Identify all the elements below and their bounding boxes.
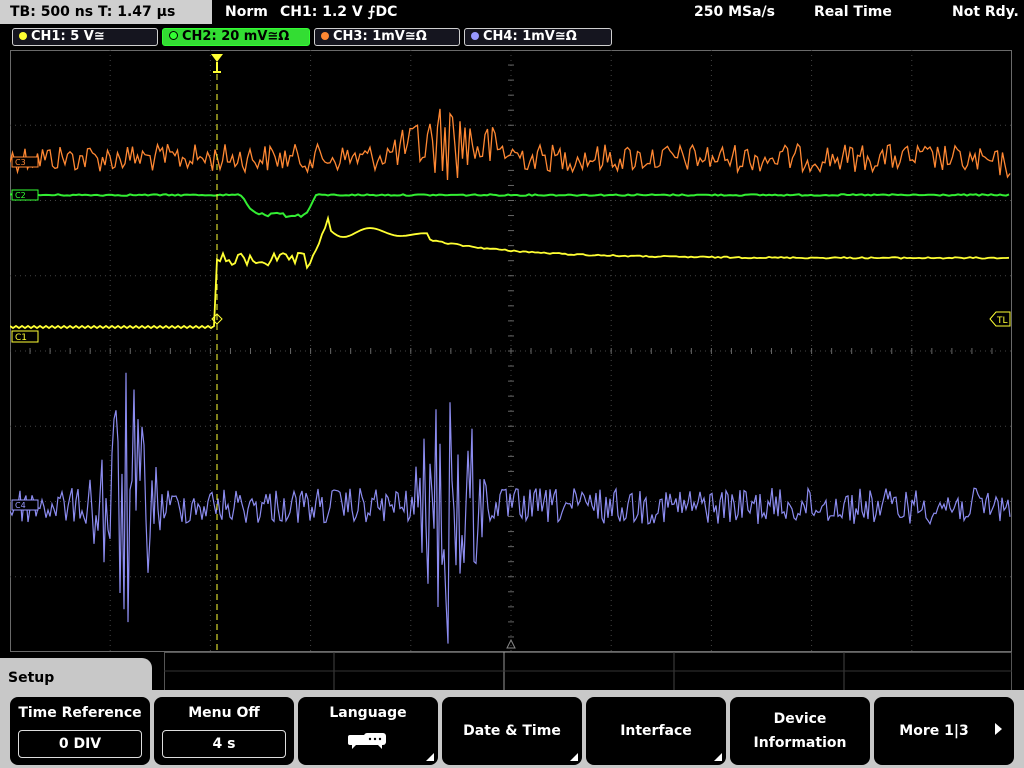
ch2-ground-marker[interactable]: C2 [11,189,39,201]
acquisition-mode: Real Time [814,4,892,20]
ch1-ground-marker[interactable]: C1 [11,330,39,343]
ch2-label: CH2: 20 mV≅Ω [182,29,290,44]
device-information-label-line2: Information [753,735,847,751]
time-reference-marker [506,638,516,649]
trigger-mode[interactable]: Norm [225,0,268,24]
speech-bubbles-icon [348,733,386,749]
status-bar: TB: 500 ns T: 1.47 µs Norm CH1: 1.2 V ⨍D… [0,0,1024,26]
time-reference-softkey[interactable]: Time Reference 0 DIV [10,697,150,765]
ch3-ground-marker[interactable]: C3 [11,156,39,168]
date-time-label: Date & Time [463,723,561,739]
ch4-ground-marker[interactable]: C4 [11,499,39,511]
timebase-readout[interactable]: TB: 500 ns T: 1.47 µs [0,0,212,24]
zoom-overview-strip [164,652,1012,691]
date-time-softkey[interactable]: Date & Time [442,697,582,765]
trace-ch2 [10,193,1010,219]
ch3-label: CH3: 1mV≅Ω [333,29,427,44]
trace-ch3 [10,108,1011,181]
menu-off-value: 4 s [162,730,286,758]
channel-tab-ch2[interactable]: CH2: 20 mV≅Ω [162,28,310,46]
trigger-source[interactable]: CH1: 1.2 V ⨍DC [280,0,397,24]
trigger-level-marker[interactable]: TL [989,311,1011,327]
svg-text:C1: C1 [15,333,27,343]
sample-rate: 250 MSa/s [694,4,776,20]
trace-ch1 [10,214,1010,330]
ready-state: Not Rdy. [952,4,1019,20]
language-label: Language [329,705,407,721]
channel-tab-ch4[interactable]: CH4: 1mV≅Ω [464,28,612,46]
ch2-color-dot [169,31,178,40]
ch1-label: CH1: 5 V≅ [31,29,105,44]
interface-softkey[interactable]: Interface [586,697,726,765]
svg-text:TL: TL [996,316,1008,326]
more-label: More 1|3 [899,723,969,739]
menu-off-softkey[interactable]: Menu Off 4 s [154,697,294,765]
submenu-indicator-icon [570,753,578,761]
menu-off-label: Menu Off [188,705,260,721]
waveform-display[interactable]: C3 C2 C1 C4 TL [10,50,1012,652]
time-reference-label: Time Reference [18,705,142,721]
ch3-color-dot [321,32,329,40]
device-information-label-line1: Device [773,711,827,727]
next-page-arrow-icon [995,723,1002,735]
device-information-softkey[interactable]: Device Information [730,697,870,765]
time-reference-value: 0 DIV [18,730,142,758]
svg-text:C3: C3 [15,158,26,167]
ch4-label: CH4: 1mV≅Ω [483,29,577,44]
channel-tab-ch1[interactable]: CH1: 5 V≅ [12,28,158,46]
trigger-position-marker[interactable] [211,54,223,73]
more-softkey[interactable]: More 1|3 [874,697,1014,765]
ch1-color-dot [19,32,27,40]
submenu-indicator-icon [426,753,434,761]
language-softkey[interactable]: Language [298,697,438,765]
interface-label: Interface [620,723,692,739]
submenu-indicator-icon [714,753,722,761]
svg-text:C2: C2 [15,191,26,200]
menu-title-tab: Setup [0,658,152,698]
trace-ch4 [10,372,1011,644]
svg-text:C4: C4 [15,501,26,510]
ch4-color-dot [471,32,479,40]
channel-tab-ch3[interactable]: CH3: 1mV≅Ω [314,28,460,46]
